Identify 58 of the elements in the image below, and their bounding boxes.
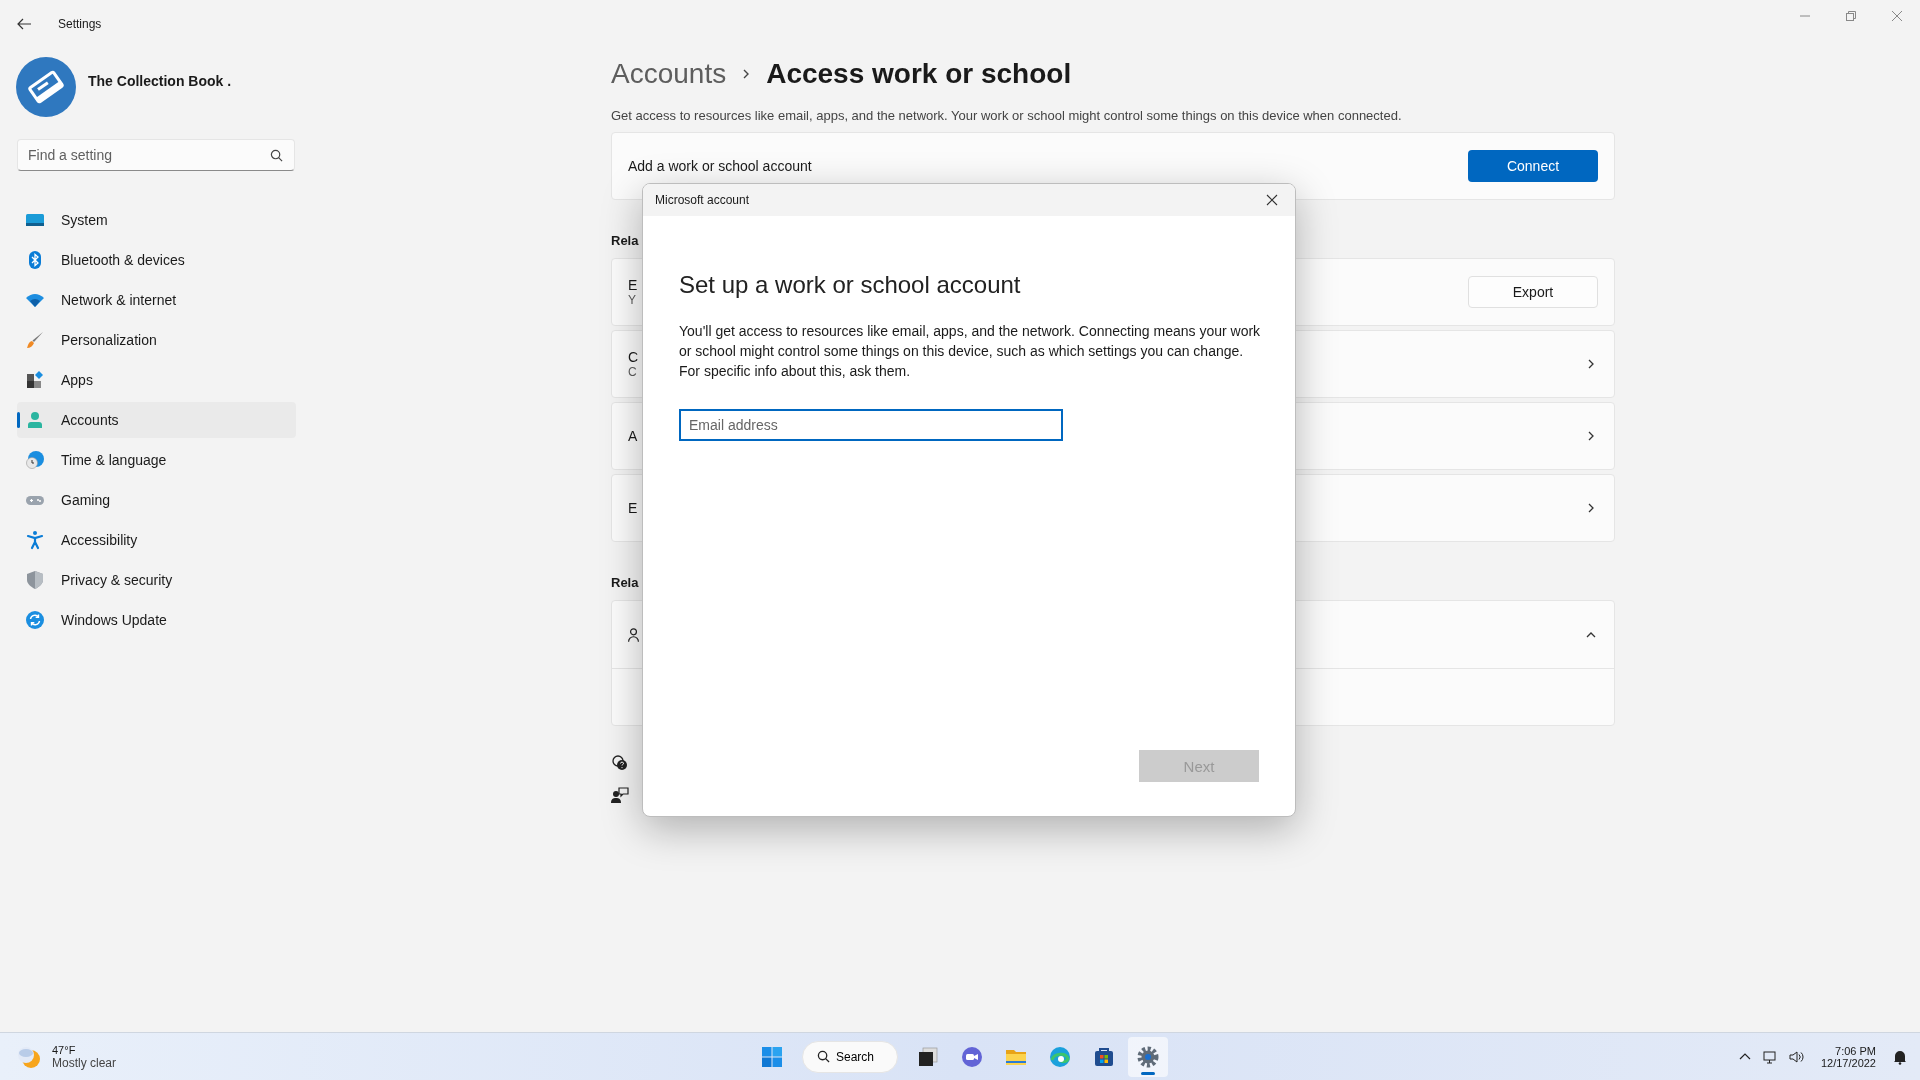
dialog-heading: Set up a work or school account — [679, 271, 1022, 299]
nav-item[interactable]: Time & language — [17, 442, 296, 478]
nav-item[interactable]: Personalization — [17, 322, 296, 358]
dialog-title: Microsoft account — [655, 193, 751, 207]
search-icon — [270, 149, 283, 162]
search-icon — [817, 1050, 830, 1063]
row-title: E — [628, 500, 638, 516]
email-field[interactable]: Email address — [679, 409, 1063, 441]
close-icon — [1892, 11, 1902, 21]
page-title: Access work or school — [766, 58, 1072, 90]
accessibility-icon — [25, 530, 45, 550]
dialog-text: You'll get access to resources like email, apps, and the network. Connecting means your work or school might control some things on this device, such as which settings you can change. For specific info about this, ask them. — [679, 322, 1262, 381]
breadcrumb-link[interactable]: Accounts — [611, 58, 727, 90]
nav-item[interactable]: Bluetooth & devices — [17, 242, 296, 278]
brush-icon — [25, 330, 45, 350]
nav-item[interactable]: Windows Update — [17, 602, 296, 638]
weather-condition: Mostly clear — [52, 1055, 116, 1070]
taskbar-search[interactable]: Search — [802, 1040, 898, 1073]
person-icon — [628, 627, 639, 642]
section-heading: Rela — [611, 233, 640, 248]
windows-icon — [760, 1044, 784, 1069]
row-title: C — [628, 349, 639, 365]
volume-icon[interactable] — [1788, 1048, 1805, 1065]
shield-icon — [25, 570, 45, 590]
section-heading: Rela — [611, 575, 640, 590]
nav-item[interactable]: Apps — [17, 362, 296, 398]
back-icon[interactable] — [16, 16, 32, 32]
person-icon — [25, 410, 45, 430]
close-icon — [1266, 194, 1278, 206]
nav-item[interactable]: System — [17, 202, 296, 238]
nav-item[interactable]: Privacy & security — [17, 562, 296, 598]
row-subtitle: C — [628, 365, 637, 379]
search-field[interactable]: Find a setting — [17, 139, 295, 171]
help-icon[interactable] — [611, 754, 629, 772]
page-description: Get access to resources like email, apps, and the network. Your work or school might control some things on this device when connected. — [611, 108, 1403, 123]
bell-icon[interactable] — [1892, 1048, 1908, 1065]
row-title: E — [628, 277, 638, 293]
clock[interactable]: 7:06 PM 12/17/2022 — [1814, 1043, 1882, 1070]
add-account-label: Add a work or school account — [628, 158, 812, 174]
feedback-icon[interactable] — [611, 786, 629, 804]
apps-icon — [25, 370, 45, 390]
nav-item[interactable]: Accounts — [17, 402, 296, 438]
network-icon[interactable] — [1762, 1048, 1779, 1065]
temperature: 47°F — [52, 1043, 77, 1056]
export-button[interactable]: Export — [1468, 276, 1598, 308]
avatar-icon — [16, 57, 76, 117]
nav-item[interactable]: Gaming — [17, 482, 296, 518]
sync-icon — [25, 610, 45, 630]
profile-name: The Collection Book . — [88, 73, 232, 89]
window-title: Settings — [58, 17, 102, 31]
nav-item[interactable]: Accessibility — [17, 522, 296, 558]
row-title: A — [628, 428, 638, 444]
gear-icon[interactable] — [1128, 1036, 1168, 1077]
restore-icon — [1846, 11, 1856, 21]
globe-clock-icon — [25, 450, 45, 470]
connect-button[interactable]: Connect — [1468, 150, 1598, 182]
row-subtitle: Y — [628, 293, 636, 307]
nav-item[interactable]: Network & internet — [17, 282, 296, 318]
